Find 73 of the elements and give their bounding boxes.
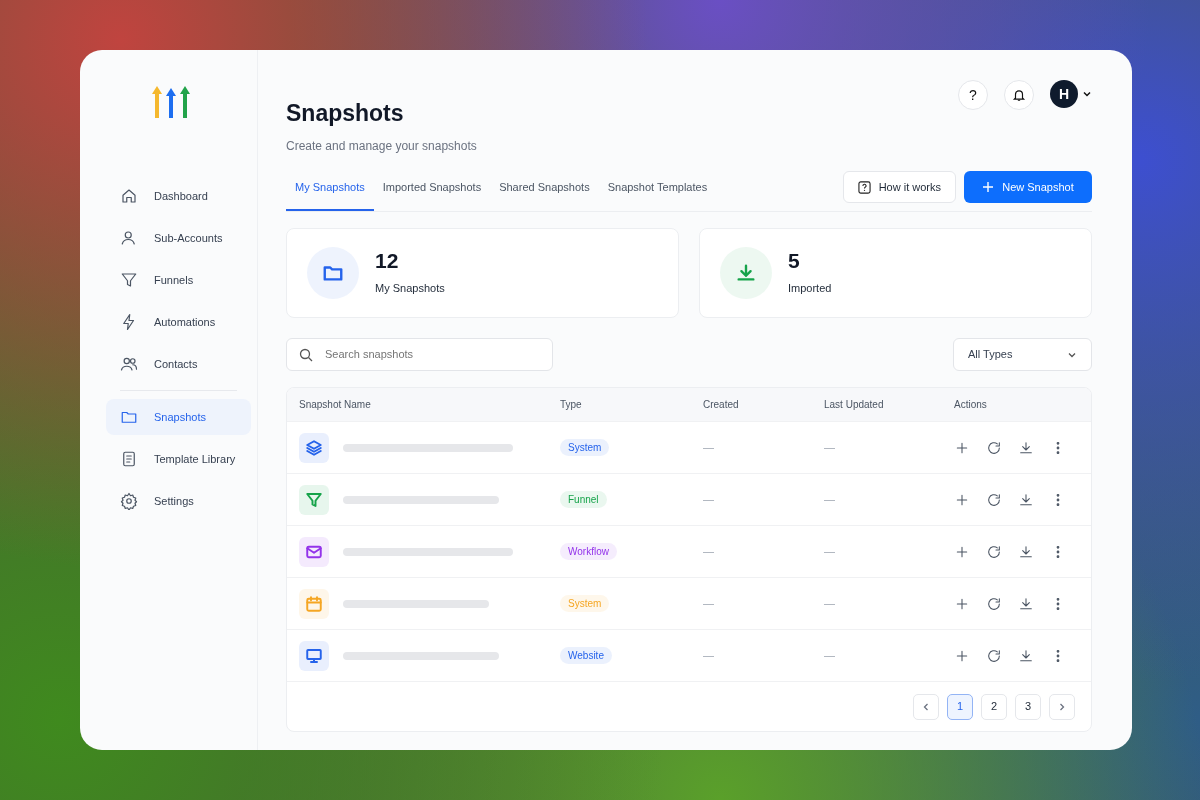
home-icon xyxy=(120,187,138,205)
table-cell: — xyxy=(824,441,835,454)
download-icon[interactable] xyxy=(1018,543,1034,560)
tab[interactable]: My Snapshots xyxy=(286,170,374,211)
user-icon xyxy=(120,229,138,247)
table-cell: — xyxy=(703,597,714,610)
notifications-button[interactable] xyxy=(1004,80,1034,110)
search-field[interactable]: Search snapshots xyxy=(286,338,553,371)
table-cell: — xyxy=(703,441,714,454)
column-header: Actions xyxy=(954,398,987,412)
plus-icon xyxy=(982,181,995,193)
type-tag: Funnel xyxy=(560,491,607,509)
sidebar-item[interactable]: Sub-Accounts xyxy=(106,220,251,256)
tab[interactable]: Imported Snapshots xyxy=(373,170,491,211)
download-icon[interactable] xyxy=(1018,647,1034,664)
stat-value: 12 xyxy=(375,249,400,273)
download-icon[interactable] xyxy=(1018,595,1034,612)
new-snapshot-button[interactable]: New Snapshot xyxy=(964,171,1092,203)
download-icon[interactable] xyxy=(1018,439,1034,456)
page-button[interactable]: 3 xyxy=(1015,693,1041,720)
type-tag: System xyxy=(560,595,610,613)
refresh-icon[interactable] xyxy=(986,543,1002,560)
avatar[interactable]: H xyxy=(1050,80,1078,108)
page-button[interactable]: 1 xyxy=(947,693,973,720)
column-header: Created xyxy=(703,399,739,410)
page-title: Snapshots xyxy=(286,99,405,128)
table-cell: — xyxy=(824,493,835,506)
sidebar-item[interactable]: Template Library xyxy=(106,441,251,477)
logo-icon xyxy=(152,86,192,118)
sidebar-item[interactable]: Contacts xyxy=(106,346,251,382)
type-tag: Workflow xyxy=(560,543,617,561)
table-cell: — xyxy=(703,545,714,558)
help-icon xyxy=(857,180,871,194)
bell-icon xyxy=(1012,88,1026,102)
search-input[interactable]: Search snapshots xyxy=(323,345,540,364)
tab[interactable]: Shared Snapshots xyxy=(490,170,599,211)
tab[interactable]: Snapshot Templates xyxy=(598,170,717,211)
type-tag: Website xyxy=(560,647,612,665)
help-button[interactable]: ? xyxy=(958,80,988,110)
sidebar-item[interactable]: Funnels xyxy=(106,262,251,298)
chevron-down-icon[interactable] xyxy=(1082,89,1092,99)
document-icon xyxy=(120,450,138,468)
sidebar-item[interactable]: Automations xyxy=(106,304,251,340)
search-icon xyxy=(299,347,313,362)
table-cell: — xyxy=(703,649,714,662)
table-cell: — xyxy=(824,545,835,558)
users-icon xyxy=(120,355,138,373)
table-cell: — xyxy=(824,649,835,662)
chevron-right-icon xyxy=(1057,701,1067,712)
sidebar-item[interactable]: Dashboard xyxy=(106,178,251,214)
stat-label: Imported xyxy=(788,281,832,297)
refresh-icon[interactable] xyxy=(986,595,1002,612)
chevron-left-icon xyxy=(921,701,931,712)
column-header: Type xyxy=(560,399,582,410)
page-button[interactable]: 2 xyxy=(981,693,1007,720)
stat-value: 5 xyxy=(788,249,801,273)
type-tag: System xyxy=(560,439,610,457)
stat-label: My Snapshots xyxy=(375,281,445,297)
funnel-icon xyxy=(120,271,138,289)
refresh-icon[interactable] xyxy=(986,439,1002,456)
refresh-icon[interactable] xyxy=(986,491,1002,508)
type-dropdown[interactable]: All Types xyxy=(953,338,1092,371)
column-header: Snapshot Name xyxy=(299,398,371,412)
settings-icon xyxy=(120,492,138,510)
how-it-works-button[interactable]: How it works xyxy=(842,171,956,203)
sidebar-item[interactable]: Settings xyxy=(106,483,251,519)
sidebar-item[interactable]: Snapshots xyxy=(106,399,251,435)
table-cell: — xyxy=(824,597,835,610)
download-icon[interactable] xyxy=(1018,491,1034,508)
refresh-icon[interactable] xyxy=(986,647,1002,664)
page-subtitle: Create and manage your snapshots xyxy=(286,137,477,155)
table-cell: — xyxy=(703,493,714,506)
column-header: Last Updated xyxy=(824,399,884,410)
